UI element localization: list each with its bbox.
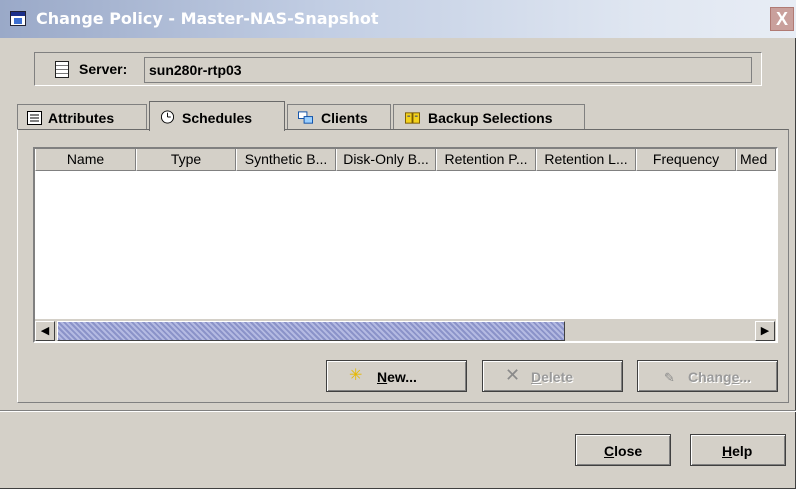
column-header-type[interactable]: Type [136,149,236,171]
tab-backup-selections[interactable]: Backup Selections [393,104,585,130]
column-header-name[interactable]: Name [35,149,136,171]
footer-separator [0,410,796,412]
scroll-thumb[interactable] [57,321,565,341]
change-pencil-icon: ✎ [664,370,675,385]
clients-icon [298,111,313,124]
close-button-label: Close [604,443,643,459]
column-header-frequency[interactable]: Frequency [636,149,736,171]
attributes-icon [27,111,42,125]
schedules-icon [160,110,175,124]
close-button[interactable]: Close [575,434,671,466]
tab-clients-label: Clients [321,110,368,126]
window-app-icon [10,11,26,26]
tab-schedules[interactable]: Schedules [149,101,285,131]
column-header-retention-level[interactable]: Retention L... [536,149,636,171]
backup-selections-icon [405,112,420,124]
server-label: Server: [79,61,128,77]
server-panel: Server: sun280r-rtp03 [34,52,762,86]
scroll-left-button[interactable]: ◀ [35,321,55,341]
horizontal-scrollbar[interactable]: ◀ ▶ [35,319,776,341]
tab-clients[interactable]: Clients [287,104,391,130]
table-header: Name Type Synthetic B... Disk-Only B... … [35,149,776,171]
new-star-icon: ✳ [349,367,363,384]
tab-backup-selections-label: Backup Selections [428,110,553,126]
title-bar[interactable]: Change Policy - Master-NAS-Snapshot X [0,0,796,38]
delete-x-icon: ✕ [505,365,521,385]
column-header-disk-only-backup[interactable]: Disk-Only B... [336,149,436,171]
new-schedule-button[interactable]: ✳ New... [326,360,467,392]
change-schedule-button[interactable]: ✎ Change... [637,360,778,392]
window-title: Change Policy - Master-NAS-Snapshot [36,9,379,28]
tab-schedules-label: Schedules [182,110,253,126]
column-header-retention-period[interactable]: Retention P... [436,149,536,171]
new-button-label: New... [377,369,417,385]
change-button-label: Change... [688,369,752,385]
help-button[interactable]: Help [690,434,786,466]
help-button-label: Help [722,443,753,459]
column-header-media[interactable]: Med [736,149,776,171]
change-policy-dialog: Change Policy - Master-NAS-Snapshot X Se… [0,0,796,489]
schedules-table[interactable]: Name Type Synthetic B... Disk-Only B... … [33,147,778,343]
column-header-synthetic-backup[interactable]: Synthetic B... [236,149,336,171]
delete-button-label: Delete [531,369,574,385]
server-icon [55,61,69,78]
scroll-right-button[interactable]: ▶ [755,321,775,341]
tab-attributes[interactable]: Attributes [17,104,147,130]
close-window-button[interactable]: X [770,7,794,31]
delete-schedule-button[interactable]: ✕ Delete [482,360,623,392]
server-value-field: sun280r-rtp03 [144,57,752,83]
tab-attributes-label: Attributes [48,110,115,126]
